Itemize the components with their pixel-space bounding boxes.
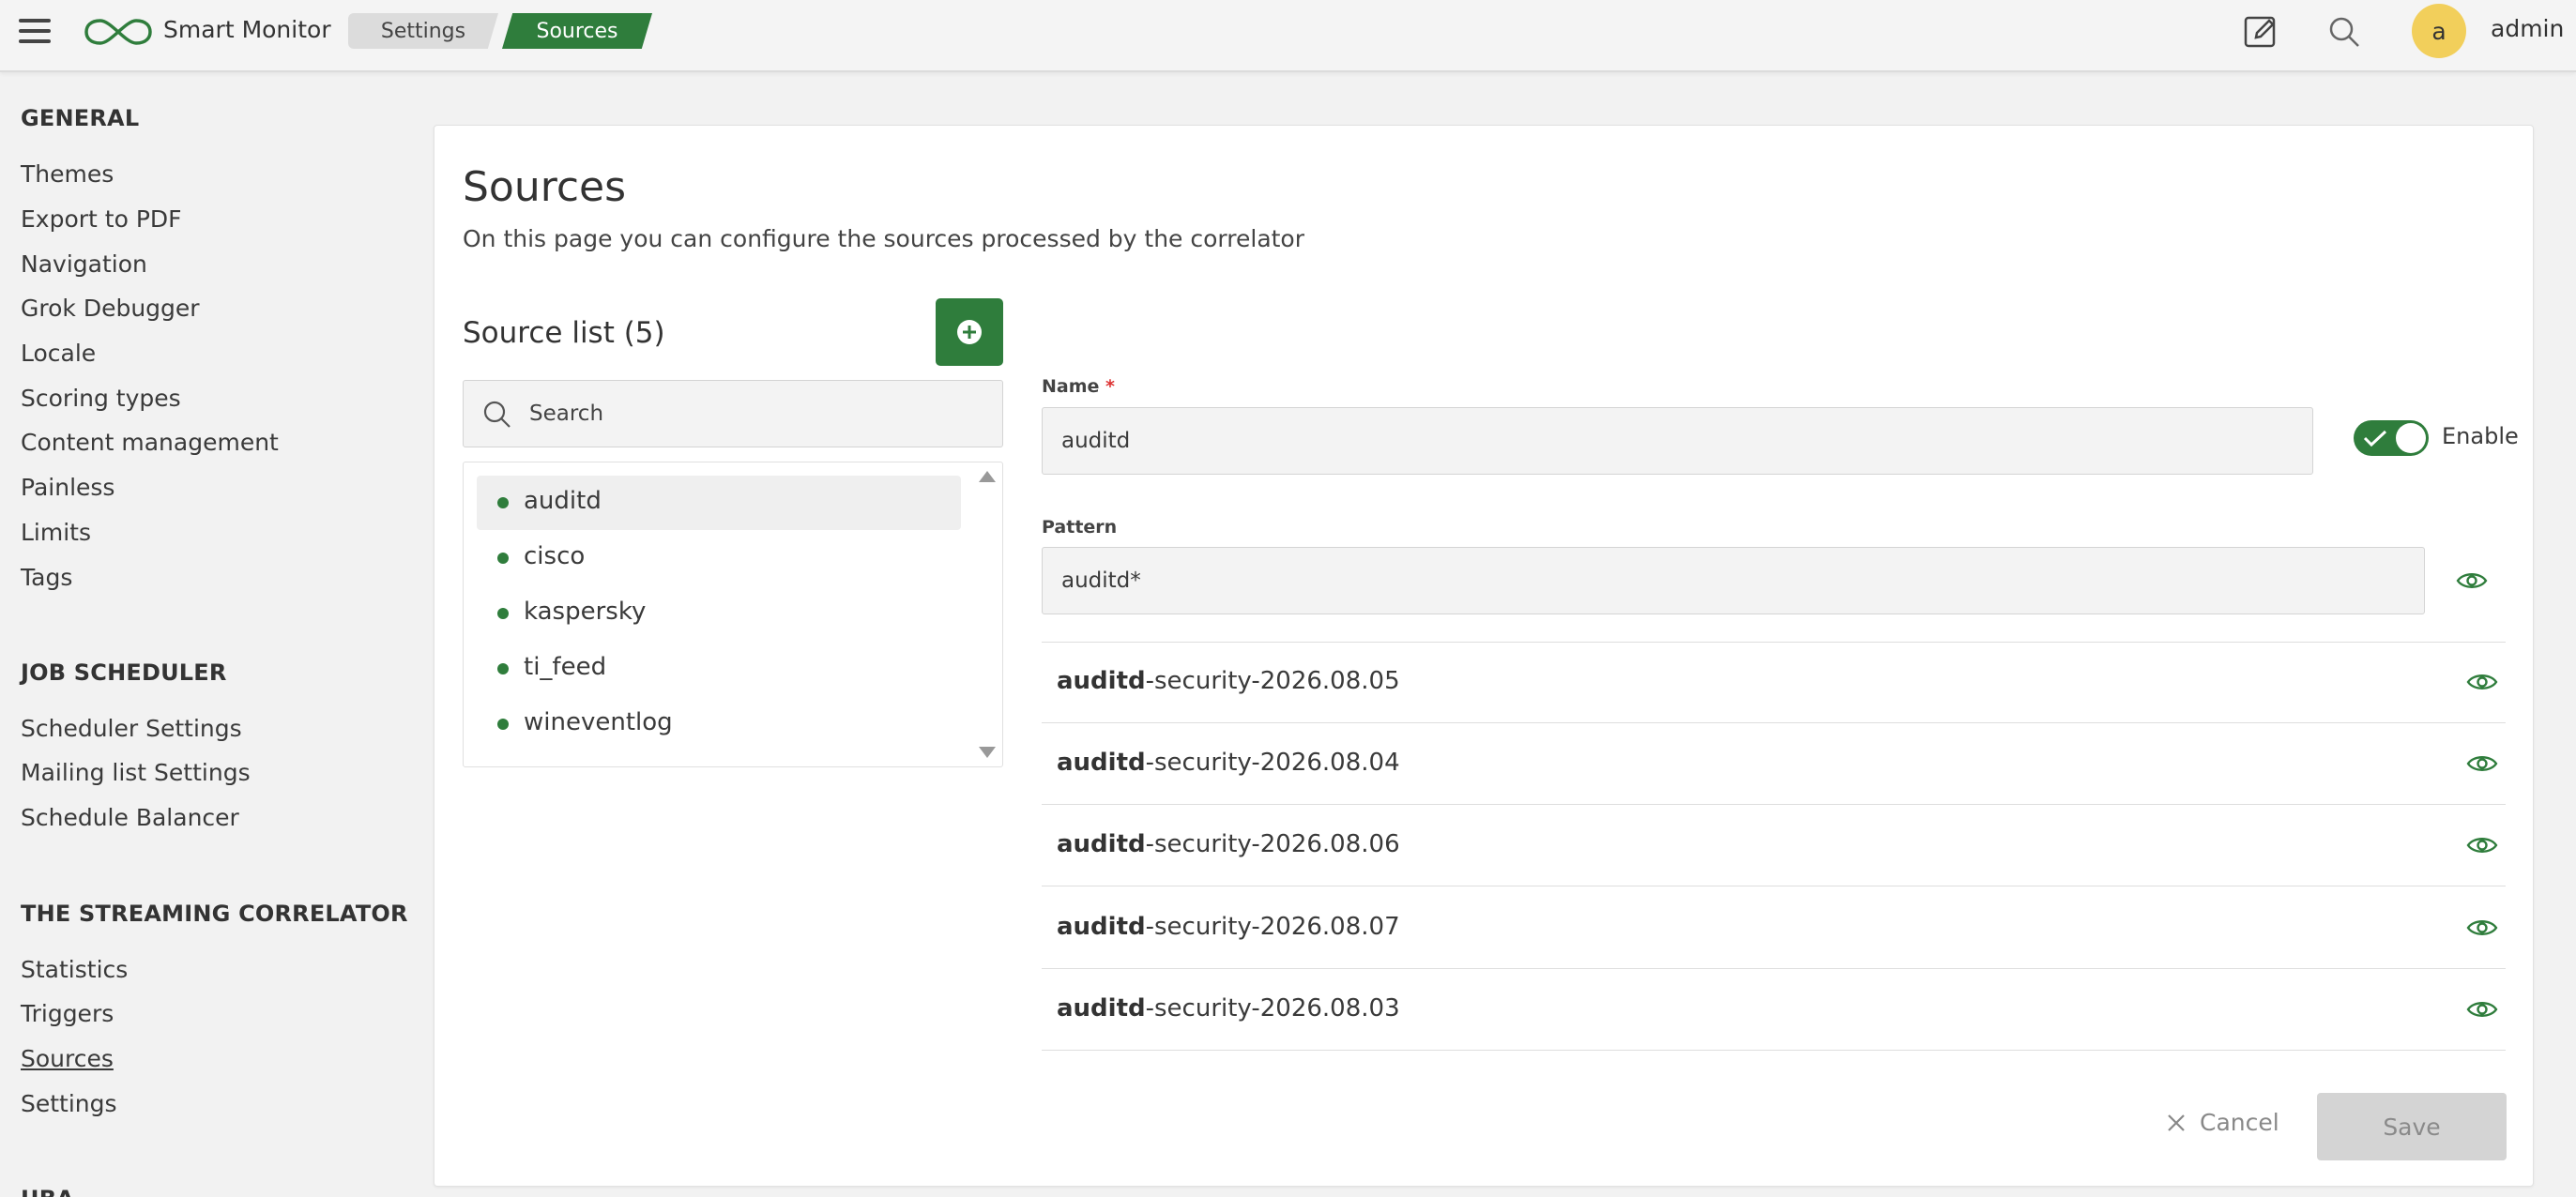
index-row: auditd-security-2026.08.05 — [1042, 642, 2506, 723]
index-match: auditd — [1057, 913, 1146, 941]
eye-icon[interactable] — [2466, 672, 2498, 692]
source-label: ti_feed — [524, 653, 607, 681]
status-dot — [497, 719, 509, 730]
index-row: auditd-security-2026.08.06 — [1042, 805, 2506, 886]
source-label: wineventlog — [524, 708, 673, 736]
source-item-wineventlog[interactable]: wineventlog — [477, 697, 961, 751]
source-list: auditd cisco kaspersky ti_feed wineventl… — [463, 462, 1003, 767]
sidebar-heading-general: GENERAL — [21, 105, 140, 131]
page-subtitle: On this page you can configure the sourc… — [463, 225, 1305, 252]
enable-label: Enable — [2442, 423, 2519, 449]
index-match: auditd — [1057, 994, 1146, 1023]
scroll-up-arrow-icon[interactable] — [978, 470, 997, 483]
status-dot — [497, 663, 509, 674]
eye-icon[interactable] — [2466, 835, 2498, 856]
sidebar-item-settings[interactable]: Settings — [21, 1090, 117, 1117]
toggle-knob — [2396, 423, 2426, 453]
check-icon — [2363, 430, 2387, 447]
cancel-label: Cancel — [2200, 1109, 2279, 1136]
sidebar-heading-streaming-correlator: THE STREAMING CORRELATOR — [21, 901, 408, 927]
name-field-label: Name * — [1042, 376, 1115, 397]
index-suffix: -security-2026.08.04 — [1145, 749, 1400, 777]
sidebar-item-tags[interactable]: Tags — [21, 564, 72, 591]
pattern-field[interactable]: auditd* — [1042, 547, 2425, 614]
sidebar-item-export-to-pdf[interactable]: Export to PDF — [21, 205, 182, 233]
index-suffix: -security-2026.08.06 — [1145, 830, 1400, 858]
status-dot — [497, 553, 509, 564]
index-name: auditd-security-2026.08.07 — [1057, 913, 1400, 941]
menu-icon[interactable] — [19, 19, 51, 45]
sidebar-item-schedule-balancer[interactable]: Schedule Balancer — [21, 804, 239, 831]
sidebar-item-mailing-list-settings[interactable]: Mailing list Settings — [21, 759, 251, 786]
edit-note-icon[interactable] — [2243, 13, 2280, 51]
sidebar-item-content-management[interactable]: Content management — [21, 429, 279, 456]
source-item-ti-feed[interactable]: ti_feed — [477, 642, 961, 696]
index-name: auditd-security-2026.08.05 — [1057, 667, 1400, 695]
source-label: cisco — [524, 542, 586, 570]
cancel-button[interactable]: Cancel — [2166, 1109, 2279, 1136]
required-mark: * — [1105, 376, 1115, 397]
save-button[interactable]: Save — [2317, 1093, 2507, 1160]
sidebar-item-themes[interactable]: Themes — [21, 160, 114, 188]
close-icon — [2168, 1114, 2185, 1131]
sidebar-item-grok-debugger[interactable]: Grok Debugger — [21, 295, 200, 322]
page-title: Sources — [463, 163, 627, 211]
breadcrumb-settings[interactable]: Settings — [348, 13, 498, 49]
index-suffix: -security-2026.08.07 — [1145, 913, 1400, 941]
add-source-button[interactable] — [936, 298, 1003, 366]
index-suffix: -security-2026.08.03 — [1145, 994, 1400, 1023]
search-icon[interactable] — [2325, 13, 2363, 51]
sidebar-item-navigation[interactable]: Navigation — [21, 250, 147, 278]
index-match: auditd — [1057, 830, 1146, 858]
search-icon — [483, 401, 511, 428]
breadcrumb-sources[interactable]: Sources — [502, 13, 652, 49]
index-name: auditd-security-2026.08.06 — [1057, 830, 1400, 858]
sidebar-item-sources[interactable]: Sources — [21, 1045, 114, 1072]
eye-icon[interactable] — [2466, 753, 2498, 774]
sidebar-item-scoring-types[interactable]: Scoring types — [21, 385, 181, 412]
sidebar-item-limits[interactable]: Limits — [21, 519, 91, 546]
eye-icon[interactable] — [2466, 999, 2498, 1020]
source-item-kaspersky[interactable]: kaspersky — [477, 586, 961, 641]
sidebar-item-painless[interactable]: Painless — [21, 474, 114, 501]
index-row: auditd-security-2026.08.07 — [1042, 887, 2506, 969]
pattern-field-label: Pattern — [1042, 517, 1118, 538]
eye-icon[interactable] — [2466, 917, 2498, 938]
sidebar: GENERAL Themes Export to PDF Navigation … — [0, 74, 413, 1197]
source-list-title: Source list (5) — [463, 316, 665, 350]
sidebar-item-locale[interactable]: Locale — [21, 340, 96, 367]
index-row: auditd-security-2026.08.04 — [1042, 723, 2506, 805]
name-label-text: Name — [1042, 376, 1100, 397]
eye-icon[interactable] — [2456, 570, 2488, 591]
plus-circle-icon — [957, 320, 982, 344]
source-item-cisco[interactable]: cisco — [477, 531, 961, 585]
search-input[interactable] — [529, 381, 989, 447]
sidebar-heading-job-scheduler: JOB SCHEDULER — [21, 659, 227, 686]
name-field[interactable]: auditd — [1042, 407, 2313, 475]
index-match: auditd — [1057, 667, 1146, 695]
sidebar-item-scheduler-settings[interactable]: Scheduler Settings — [21, 715, 242, 742]
index-suffix: -security-2026.08.05 — [1145, 667, 1400, 695]
status-dot — [497, 608, 509, 619]
sidebar-heading-uba: UBA — [21, 1186, 74, 1197]
brand-name[interactable]: Smart Monitor — [163, 16, 331, 43]
index-row: auditd-security-2026.08.03 — [1042, 969, 2506, 1051]
sidebar-item-statistics[interactable]: Statistics — [21, 956, 128, 983]
source-search — [463, 380, 1003, 447]
enable-toggle[interactable] — [2354, 420, 2429, 456]
top-bar: Smart Monitor Settings Sources a admin — [0, 0, 2576, 72]
username[interactable]: admin — [2491, 15, 2564, 42]
infinity-logo-icon — [84, 19, 152, 45]
index-match: auditd — [1057, 749, 1146, 777]
scroll-down-arrow-icon[interactable] — [978, 746, 997, 759]
source-label: kaspersky — [524, 598, 647, 626]
source-label: auditd — [524, 487, 602, 515]
source-item-auditd[interactable]: auditd — [477, 476, 961, 530]
index-name: auditd-security-2026.08.03 — [1057, 994, 1400, 1023]
status-dot — [497, 497, 509, 508]
sidebar-item-triggers[interactable]: Triggers — [21, 1000, 114, 1027]
index-name: auditd-security-2026.08.04 — [1057, 749, 1400, 777]
avatar[interactable]: a — [2412, 4, 2466, 58]
